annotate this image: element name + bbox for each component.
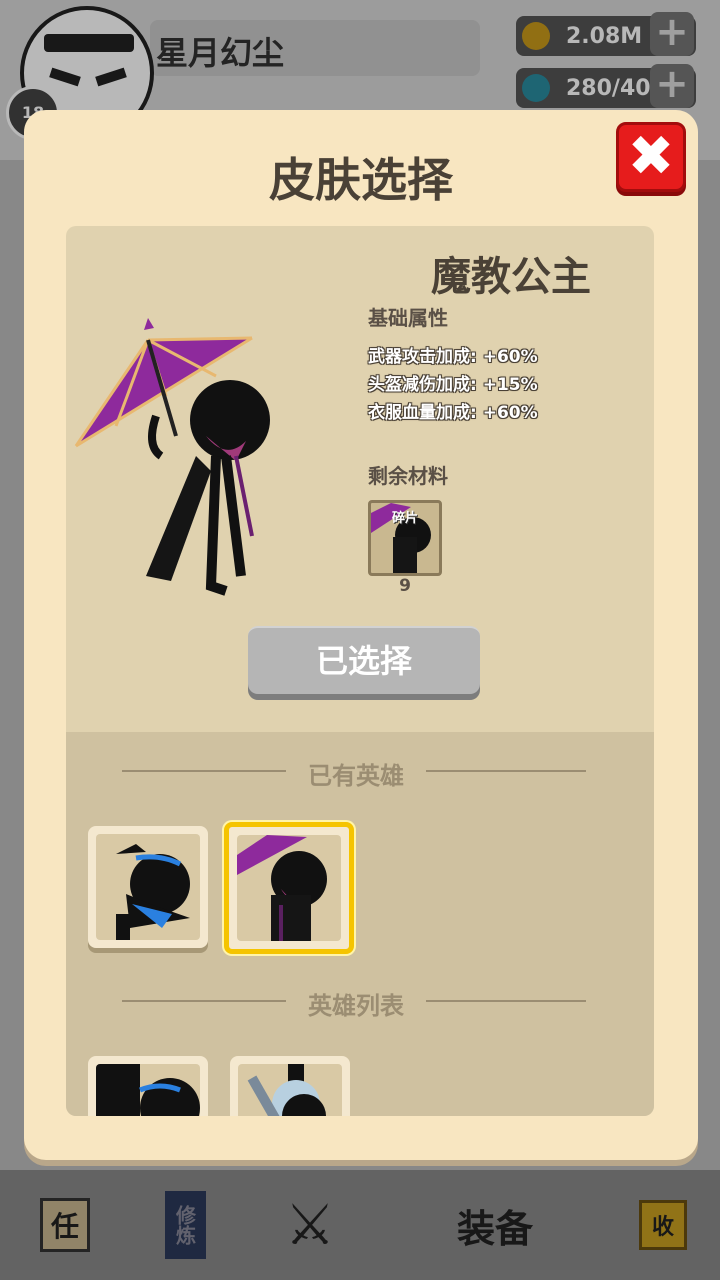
fragment-label: 碎片 [391, 511, 418, 526]
hero-list-card[interactable] [230, 1056, 350, 1116]
base-attr-label: 基础属性 [368, 306, 448, 330]
skin-detail-panel: 魔教公主 基础属性 武器攻击加成: +60% 头盔减伤加成: +15% 衣服血量… [66, 226, 654, 1116]
list-divider-left [122, 1000, 286, 1002]
owned-heroes-label: 已有英雄 [308, 762, 404, 790]
dialog-title: 皮肤选择 [269, 153, 453, 207]
stat-weapon: 武器攻击加成: +60% [368, 347, 538, 367]
stat-helmet: 头盔减伤加成: +15% [368, 375, 538, 395]
stat-armor: 衣服血量加成: +60% [368, 403, 538, 423]
ninja-hero-icon [116, 844, 190, 940]
fragment-item[interactable]: 碎片 [368, 500, 442, 576]
knight-hero-icon [247, 1064, 326, 1116]
hero-list-label: 英雄列表 [308, 992, 404, 1020]
selected-button[interactable]: 已选择 [248, 626, 480, 694]
skin-select-dialog: 皮肤选择 ✖ 魔教公主 基础属性 武器攻击加成: +60% 头盔减伤加成: +1… [24, 110, 698, 1160]
owned-hero-card[interactable] [88, 826, 208, 948]
skin-name: 魔教公主 [431, 254, 591, 300]
owned-hero-card-selected[interactable] [224, 822, 354, 954]
fragment-count: 9 [399, 576, 411, 596]
hero-list-area: 已有英雄 英雄列表 [66, 732, 654, 1116]
owned-divider-left [122, 770, 286, 772]
stickman-hero-icon [96, 1064, 200, 1116]
demon-princess-hero-icon [237, 835, 327, 941]
owned-divider-right [426, 770, 586, 772]
close-x-icon: ✖ [627, 124, 675, 189]
hero-list-card[interactable] [88, 1056, 208, 1116]
list-divider-right [426, 1000, 586, 1002]
materials-label: 剩余材料 [368, 464, 448, 488]
close-button[interactable]: ✖ [616, 122, 686, 192]
character-skin-preview [74, 318, 270, 596]
